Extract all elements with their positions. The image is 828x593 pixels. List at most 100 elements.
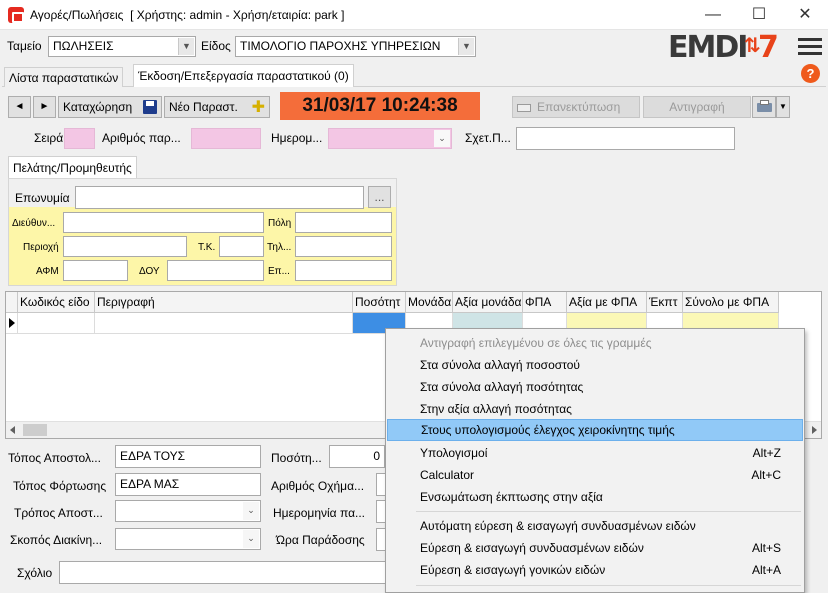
menu-item-label: Υπολογισμοί — [420, 446, 488, 460]
grid-corner — [6, 292, 18, 313]
afm-field[interactable] — [63, 260, 128, 281]
topos-apostolis-field[interactable]: ΕΔΡΑ ΤΟΥΣ — [115, 445, 261, 468]
sxolio-label: Σχόλιο — [17, 566, 53, 580]
title-bar: Αγορές/Πωλήσεις [ Χρήστης: admin - Χρήση… — [0, 0, 828, 30]
grid-header-synolo[interactable]: Σύνολο με ΦΠΑ — [683, 292, 779, 313]
tk-field[interactable] — [219, 236, 264, 257]
print-button[interactable] — [752, 96, 776, 118]
dieythinsi-label: Διεύθυν... — [12, 218, 56, 229]
scroll-left-icon[interactable] — [10, 426, 15, 434]
maximize-button[interactable]: ☐ — [736, 0, 782, 30]
hmerominia-field[interactable]: ⌄ — [328, 128, 452, 149]
eponymia-field[interactable] — [75, 186, 364, 209]
minus-icon — [517, 103, 531, 112]
scrollbar-thumb[interactable] — [23, 424, 47, 436]
new-document-button[interactable]: Νέο Παραστ. ✚ — [164, 96, 270, 118]
copy-button[interactable]: Αντιγραφή — [643, 96, 751, 118]
afm-label: ΑΦΜ — [36, 266, 59, 277]
poli-field[interactable] — [295, 212, 392, 233]
seira-field[interactable] — [64, 128, 95, 149]
menu-item-manual-price-check[interactable]: Στους υπολογισμούς έλεγχος χειροκίνητης … — [387, 419, 803, 441]
til-field[interactable] — [295, 236, 392, 257]
tameio-value: ΠΩΛΗΣΕΙΣ — [53, 39, 114, 53]
menu-item-totals-quantity[interactable]: Στα σύνολα αλλαγή ποσότητας — [387, 376, 803, 398]
arithmos-label: Αριθμός παρ... — [102, 131, 181, 145]
tropos-select[interactable]: ⌄ — [115, 500, 261, 522]
next-button[interactable]: ► — [33, 96, 56, 118]
chevron-down-icon[interactable]: ▼ — [458, 38, 474, 55]
grid-header-axia-me-fpa[interactable]: Αξία με ΦΠΑ — [567, 292, 647, 313]
grid-header-kodikos[interactable]: Κωδικός είδο — [18, 292, 95, 313]
prev-button[interactable]: ◄ — [8, 96, 31, 118]
grid-header-fpa[interactable]: ΦΠΑ — [523, 292, 567, 313]
dieythinsi-field[interactable] — [63, 212, 264, 233]
til-label: Τηλ... — [267, 242, 292, 253]
menu-item-value-quantity[interactable]: Στην αξία αλλαγή ποσότητας — [387, 398, 803, 420]
menu-item-calculations[interactable]: Υπολογισμοί Alt+Z — [387, 442, 803, 464]
topos-fortosis-label: Τόπος Φόρτωσης — [13, 479, 107, 493]
sxolio-field[interactable] — [59, 561, 389, 584]
logo-text: EMDI — [668, 30, 748, 65]
menu-item-shortcut: Alt+S — [751, 541, 781, 555]
doy-label: ΔΟΥ — [139, 266, 160, 277]
hmerominia-label: Ημερομ... — [271, 131, 323, 145]
menu-item-label: Στα σύνολα αλλαγή ποσοστού — [420, 358, 580, 372]
reprint-button[interactable]: Επανεκτύπωση — [512, 96, 640, 118]
tab-customer[interactable]: Πελάτης/Προμηθευτής — [8, 156, 137, 178]
menu-item-label: Στην αξία αλλαγή ποσότητας — [420, 402, 572, 416]
emdi-logo: EMDI ⇅ 7 — [668, 30, 780, 65]
print-dropdown-button[interactable]: ▼ — [776, 96, 790, 118]
tab-document-edit[interactable]: Έκδοση/Επεξεργασία παραστατικού (0) — [133, 64, 354, 87]
menu-item-totals-percent[interactable]: Στα σύνολα αλλαγή ποσοστού — [387, 354, 803, 376]
menu-item-embed-discount[interactable]: Ενσωμάτωση έκπτωσης στην αξία — [387, 486, 803, 508]
seira-label: Σειρά — [34, 131, 64, 145]
perioxi-field[interactable] — [63, 236, 187, 257]
cell-perigrafi[interactable] — [95, 313, 353, 334]
window-title: Αγορές/Πωλήσεις [ Χρήστης: admin - Χρήση… — [30, 8, 345, 22]
topos-apostolis-label: Τόπος Αποστολ... — [8, 451, 101, 465]
cell-kodikos[interactable] — [18, 313, 95, 334]
grid-header-ekptosi[interactable]: Έκπτ — [647, 292, 683, 313]
grid-header-axia-monadas[interactable]: Αξία μονάδα — [453, 292, 523, 313]
chevron-down-icon[interactable]: ⌄ — [243, 530, 259, 548]
doy-field[interactable] — [167, 260, 264, 281]
tk-label: Τ.Κ. — [198, 242, 216, 253]
browse-button[interactable]: ... — [368, 186, 391, 208]
menu-item-find-combined[interactable]: Εύρεση & εισαγωγή συνδυασμένων ειδών Alt+… — [387, 537, 803, 559]
ep-label: Επ... — [268, 266, 290, 277]
chevron-down-icon[interactable]: ⌄ — [243, 502, 259, 520]
chevron-down-icon[interactable]: ▼ — [178, 38, 194, 55]
row-pointer-icon — [9, 318, 15, 328]
menu-item-calculator[interactable]: Calculator Alt+C — [387, 464, 803, 486]
skopos-label: Σκοπός Διακίνη... — [10, 533, 103, 547]
perioxi-label: Περιοχή — [23, 242, 59, 253]
ep-field[interactable] — [295, 260, 392, 281]
sxet-field[interactable] — [516, 127, 735, 150]
scroll-right-icon[interactable] — [812, 426, 817, 434]
menu-item-auto-combined[interactable]: Αυτόματη εύρεση & εισαγωγή συνδυασμένων … — [387, 515, 803, 537]
skopos-select[interactable]: ⌄ — [115, 528, 261, 550]
help-icon[interactable]: ? — [801, 64, 820, 83]
topos-fortosis-field[interactable]: ΕΔΡΑ ΜΑΣ — [115, 473, 261, 496]
ora-paradosis-label: Ώρα Παράδοσης — [276, 533, 365, 547]
grid-header-perigrafi[interactable]: Περιγραφή — [95, 292, 353, 313]
menu-item-copy-to-all[interactable]: Αντιγραφή επιλεγμένου σε όλες τις γραμμέ… — [387, 332, 803, 354]
reprint-label: Επανεκτύπωση — [537, 100, 621, 114]
close-button[interactable]: ✕ — [782, 0, 828, 30]
arithmos-field[interactable] — [191, 128, 261, 149]
menu-item-label: Στους υπολογισμούς έλεγχος χειροκίνητης … — [421, 423, 675, 437]
grid-header-posotita[interactable]: Ποσότητ — [353, 292, 406, 313]
tab-document-list[interactable]: Λίστα παραστατικών — [4, 67, 124, 87]
grid-header-monada[interactable]: Μονάδα — [406, 292, 453, 313]
tropos-label: Τρόπος Αποστ... — [14, 506, 103, 520]
menu-item-find-parent[interactable]: Εύρεση & εισαγωγή γονικών ειδών Alt+A — [387, 559, 803, 581]
eidos-select[interactable]: ΤΙΜΟΛΟΓΙΟ ΠΑΡΟΧΗΣ ΥΠΗΡΕΣΙΩΝ ▼ — [235, 36, 476, 57]
hamburger-menu-icon[interactable] — [798, 37, 822, 57]
posotita-field[interactable]: 0 — [329, 445, 385, 468]
menu-item-label: Αυτόματη εύρεση & εισαγωγή συνδυασμένων … — [420, 519, 696, 533]
menu-separator — [416, 511, 801, 512]
save-button[interactable]: Καταχώρηση — [58, 96, 162, 118]
chevron-down-icon[interactable]: ⌄ — [434, 130, 450, 147]
tameio-select[interactable]: ΠΩΛΗΣΕΙΣ ▼ — [48, 36, 196, 57]
minimize-button[interactable]: — — [690, 0, 736, 30]
